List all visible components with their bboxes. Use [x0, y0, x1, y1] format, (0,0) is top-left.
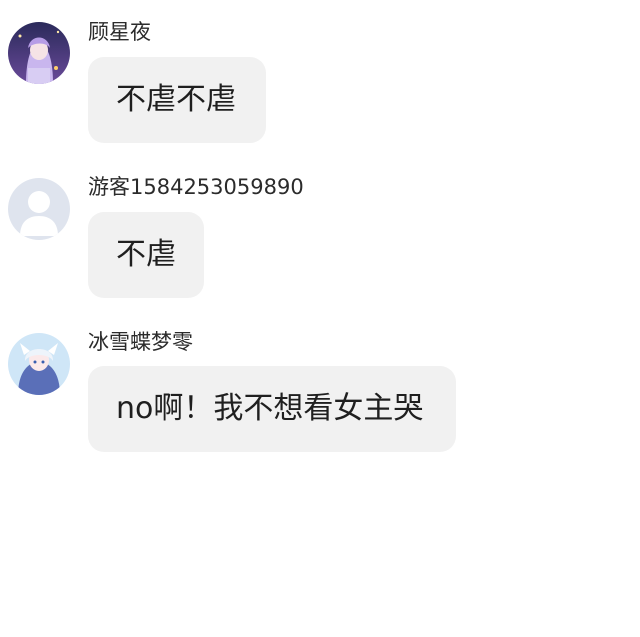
default-user-icon: [8, 178, 70, 240]
avatar[interactable]: [8, 22, 70, 84]
message-bubble[interactable]: no啊！我不想看女主哭: [88, 366, 456, 452]
message-bubble[interactable]: 不虐不虐: [88, 57, 266, 143]
username[interactable]: 顾星夜: [88, 19, 151, 45]
anime-girl-avatar-icon: [8, 22, 70, 84]
username[interactable]: 冰雪蝶梦零: [88, 329, 193, 355]
chat-thread: 顾星夜 不虐不虐 游客1584253059890 不虐 冰雪蝶梦零 no啊！我不…: [0, 0, 640, 637]
message-bubble[interactable]: 不虐: [88, 212, 204, 298]
anime-girl-avatar-icon: [8, 333, 70, 395]
username[interactable]: 游客1584253059890: [88, 174, 304, 200]
avatar[interactable]: [8, 333, 70, 395]
avatar[interactable]: [8, 178, 70, 240]
